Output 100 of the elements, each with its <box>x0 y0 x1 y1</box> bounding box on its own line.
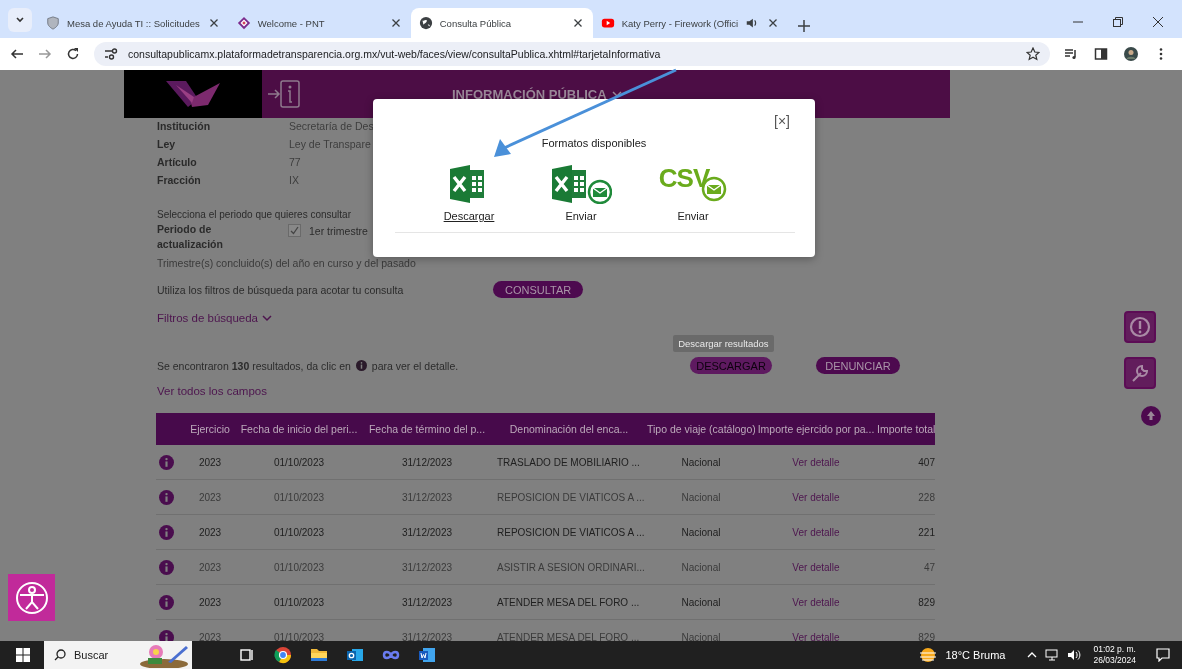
table-cell-text: 31/12/2023 <box>400 526 454 538</box>
checkbox[interactable] <box>288 224 301 237</box>
table-cell-text: ATENDER MESA DEL FORO ... <box>496 596 641 608</box>
shield-icon <box>46 16 60 30</box>
format-option[interactable]: Descargar <box>435 164 503 222</box>
alert-icon <box>1129 316 1151 338</box>
back-icon[interactable] <box>10 47 24 61</box>
info-icon[interactable] <box>159 559 174 575</box>
table-cell-text: 407 <box>917 456 935 468</box>
table-cell-text: ATENDER MESA DEL FORO ... <box>496 631 641 641</box>
table-cell-text: 01/10/2023 <box>272 561 326 573</box>
detail-link[interactable]: Ver detalle <box>755 491 877 503</box>
detail-link[interactable]: Ver detalle <box>755 526 877 538</box>
clock-time[interactable]: 01:02 p. m. <box>1093 644 1136 655</box>
table-cell-text: Nacional <box>680 596 722 608</box>
table-cell-text: 31/12/2023 <box>400 456 454 468</box>
search-icon <box>54 649 66 661</box>
close-button[interactable]: [×] <box>774 113 790 129</box>
column-header[interactable]: Importe total <box>877 423 935 435</box>
weather-text[interactable]: 18°C Bruma <box>945 649 1006 661</box>
table-cell-text: 31/12/2023 <box>400 491 454 503</box>
side-panel-icon[interactable] <box>1094 47 1108 61</box>
address-bar[interactable]: consultapublicamx.plataformadetransparencia.org.mx/vut-web/faces/view/consultaPublica.xhtml#tarjetaInformativa <box>94 42 1050 66</box>
menu-dropdown[interactable]: INFORMACIÓN PÚBLICA <box>452 86 622 102</box>
star-icon[interactable] <box>1026 47 1040 61</box>
column-header[interactable]: Tipo de viaje (catálogo) <box>647 423 755 435</box>
browser-icon[interactable] <box>274 646 292 664</box>
table-cell-text: Nacional <box>680 456 722 468</box>
table-cell-text: ASISTIR A SESION ORDINARI... <box>496 561 646 573</box>
table-cell-text: REPOSICION DE VIATICOS A ... <box>496 526 646 538</box>
notification-icon[interactable] <box>1156 648 1170 662</box>
table-cell-text: Nacional <box>680 526 722 538</box>
site-settings-icon[interactable] <box>104 48 118 60</box>
info-icon[interactable] <box>159 629 174 641</box>
detail-link[interactable]: Ver detalle <box>755 561 877 573</box>
weather-icon[interactable] <box>919 647 938 663</box>
detail-link[interactable]: Ver detalle <box>755 631 877 641</box>
chevron-down-icon <box>15 15 25 25</box>
avatar-icon[interactable] <box>1124 47 1138 61</box>
results-summary-end: para ver el detalle. <box>371 359 459 372</box>
tab-list-button[interactable] <box>8 8 32 32</box>
period-note: Trimestre(s) concluido(s) del año en curso y del pasado <box>157 257 417 269</box>
network-icon[interactable] <box>1045 649 1060 661</box>
start-icon[interactable] <box>16 648 30 662</box>
table-cell-text: 2023 <box>197 596 223 608</box>
column-header[interactable]: Importe ejercido por pa... <box>755 423 877 435</box>
browser-tab[interactable]: Mesa de Ayuda TI :: Solicitudes <box>38 8 229 38</box>
plus-icon[interactable] <box>798 20 811 32</box>
browser-tab[interactable]: Consulta Pública <box>410 8 593 38</box>
accessibility-icon <box>13 579 50 616</box>
tools-button[interactable] <box>1124 357 1156 389</box>
table-cell-text: 31/12/2023 <box>400 596 454 608</box>
document-app-icon[interactable] <box>418 646 436 664</box>
field-value: IX <box>289 173 300 188</box>
table-cell-text: 01/10/2023 <box>272 456 326 468</box>
alert-button[interactable] <box>1124 311 1156 343</box>
table-cell-text: 31/12/2023 <box>400 631 454 641</box>
table-cell-text: TRASLADO DE MOBILIARIO ... <box>496 456 641 468</box>
folder-icon[interactable] <box>310 646 328 664</box>
scroll-up-icon[interactable] <box>1141 406 1161 426</box>
column-header[interactable]: Ejercicio <box>185 423 235 435</box>
detail-link[interactable]: Ver detalle <box>755 456 877 468</box>
table-cell-text: 829 <box>917 631 935 641</box>
info-icon <box>355 360 367 371</box>
task-view-icon[interactable] <box>238 646 256 664</box>
info-icon[interactable] <box>159 454 174 470</box>
speaker-icon[interactable] <box>1067 649 1082 661</box>
tooltip: Descargar resultados <box>673 335 774 352</box>
detail-link[interactable]: Ver detalle <box>755 596 877 608</box>
restore-icon[interactable] <box>1112 16 1124 28</box>
chevron-up-icon[interactable] <box>1027 651 1038 659</box>
reload-icon[interactable] <box>66 47 80 61</box>
browser-tab[interactable]: Katy Perry - Firework (Offici <box>592 8 789 38</box>
results-summary: Se encontraron 130 resultados, da clic en <box>157 359 351 372</box>
dialog-title: Formatos disponibles <box>540 137 648 149</box>
report-button[interactable]: DENUNCIAR <box>815 357 900 374</box>
format-option[interactable]: Enviar <box>547 164 615 222</box>
info-icon[interactable] <box>159 524 174 540</box>
format-option[interactable]: CSV Enviar <box>659 164 727 222</box>
browser-tab[interactable]: Welcome - PNT <box>228 8 411 38</box>
column-header[interactable]: Denominación del enca... <box>491 423 647 435</box>
period-prompt: Selecciona el periodo que quieres consultar <box>157 208 351 222</box>
clock-date[interactable]: 26/03/2024 <box>1093 655 1136 666</box>
playlist-icon[interactable] <box>1064 47 1078 61</box>
chevron-down-icon <box>611 90 622 98</box>
table-cell-text: 221 <box>917 526 935 538</box>
accessibility-button[interactable] <box>8 574 55 621</box>
info-icon[interactable] <box>159 594 174 610</box>
table-cell-text: 31/12/2023 <box>400 561 454 573</box>
column-header[interactable]: Fecha de inicio del peri... <box>235 423 363 435</box>
consult-button[interactable]: CONSULTAR <box>493 281 584 298</box>
mail-app-icon[interactable] <box>346 646 364 664</box>
column-header[interactable]: Fecha de término del p... <box>363 423 491 435</box>
info-icon[interactable] <box>159 489 174 505</box>
close-icon[interactable] <box>1152 16 1164 28</box>
login-icon[interactable] <box>266 79 302 109</box>
csv-label: CSV <box>658 164 710 192</box>
field-value: Ley de Transpare <box>289 137 372 152</box>
play-icon <box>600 16 615 30</box>
forward-icon[interactable] <box>38 47 52 61</box>
